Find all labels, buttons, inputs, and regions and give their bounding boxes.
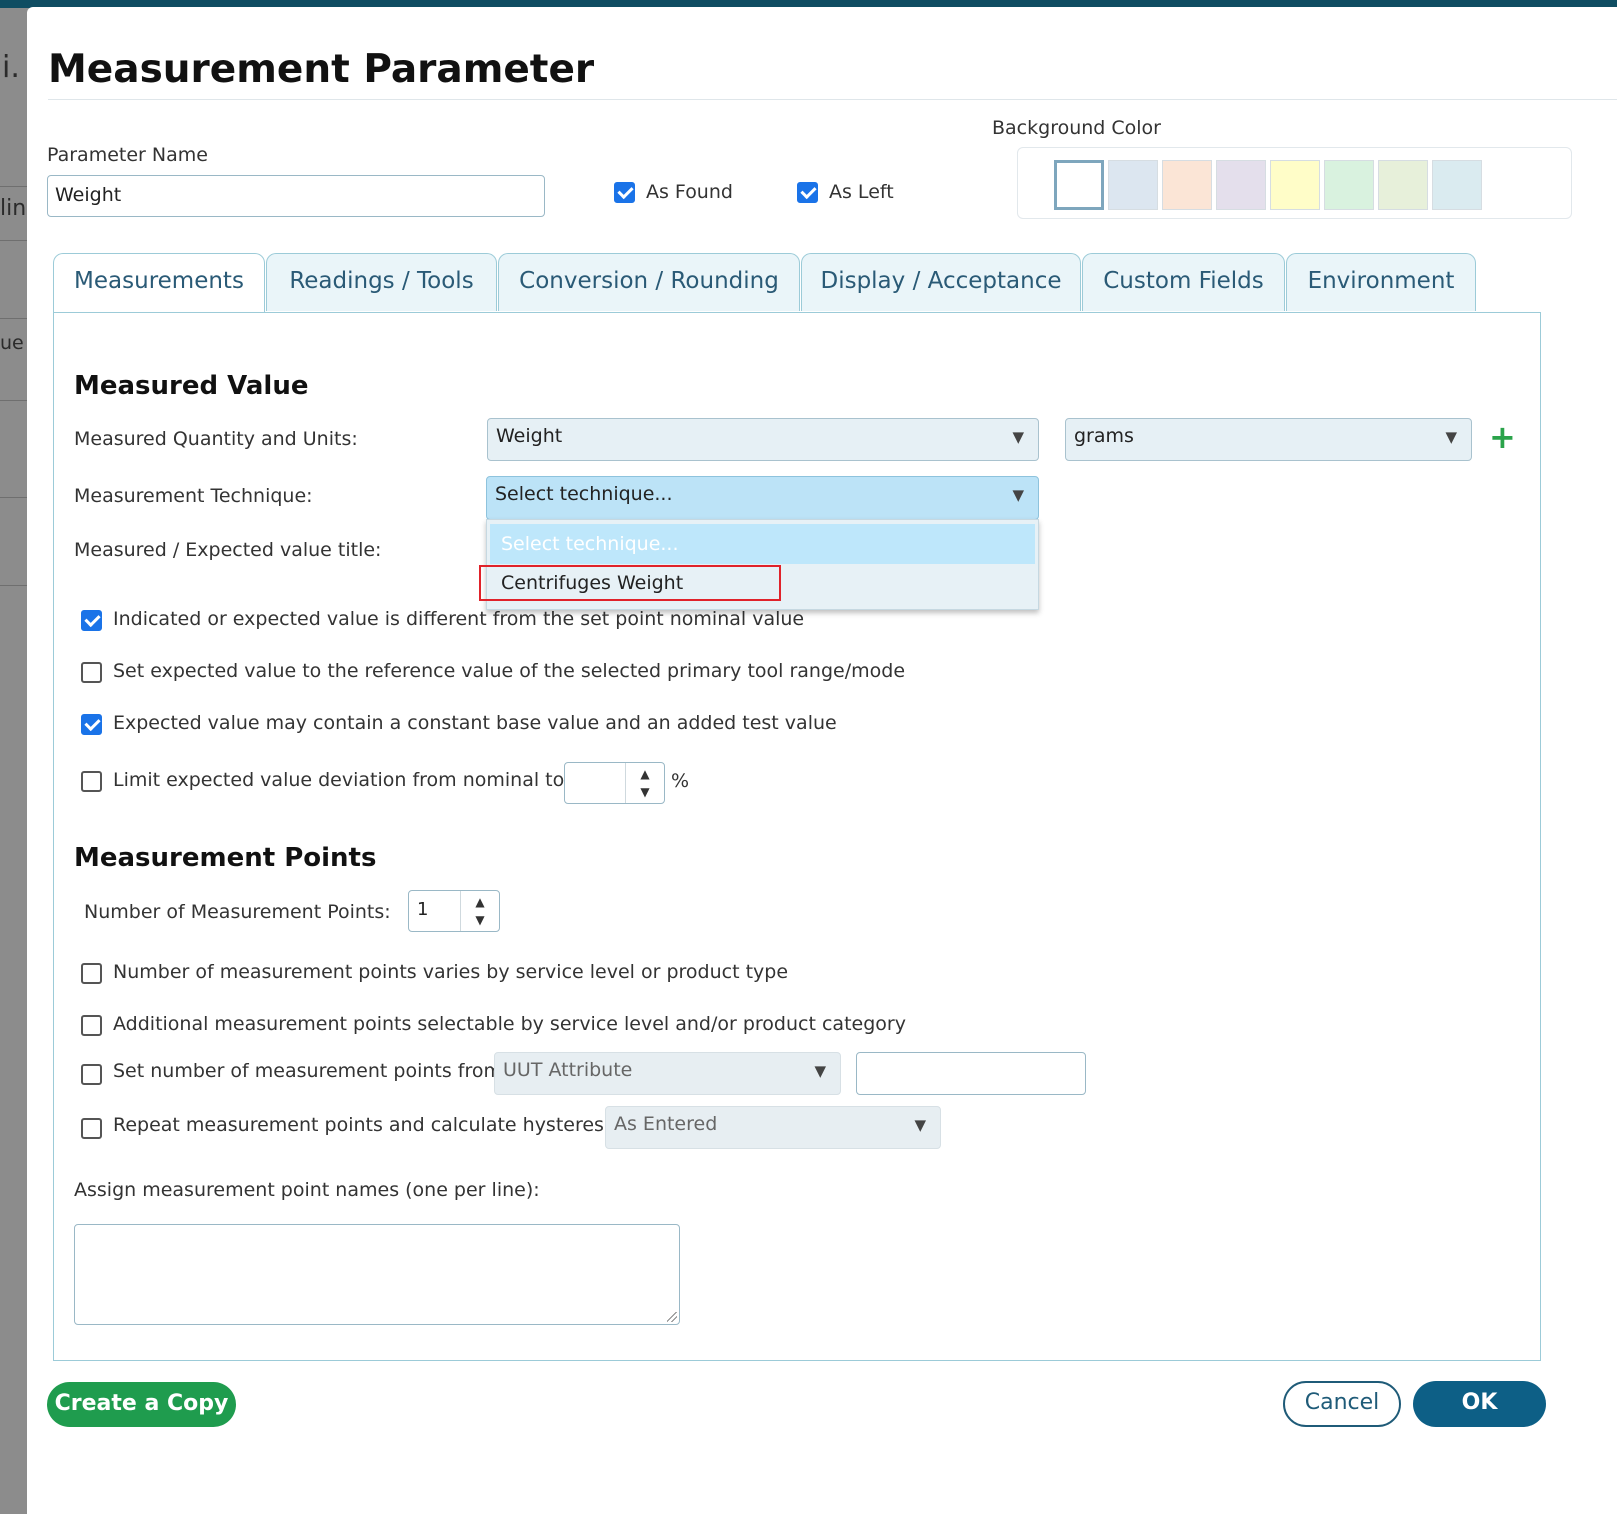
set-points-from-input[interactable] [856,1052,1086,1095]
color-swatch[interactable] [1324,160,1374,210]
deviation-unit: % [671,770,690,792]
color-swatch[interactable] [1054,160,1104,210]
set-points-from-select-value: UUT Attribute [503,1059,633,1081]
background-divider [0,240,28,241]
highlight-box [479,565,781,601]
tab-custom-fields[interactable]: Custom Fields [1082,253,1285,311]
color-swatch[interactable] [1162,160,1212,210]
technique-option-placeholder[interactable]: Select technique... [490,524,1035,564]
color-swatch[interactable] [1270,160,1320,210]
background-text-fragment: i. [2,50,20,85]
additional-points-checkbox[interactable] [81,1015,102,1036]
color-swatch[interactable] [1216,160,1266,210]
measurement-technique-select[interactable]: Select technique... ▼ [486,476,1039,520]
background-divider [0,400,28,401]
spinner-arrows-icon[interactable]: ▲ ▼ [460,891,499,931]
color-swatch[interactable] [1378,160,1428,210]
units-select[interactable]: grams ▼ [1065,418,1472,461]
background-divider [0,186,28,187]
chevron-down-icon: ▼ [1445,428,1457,446]
color-swatch[interactable] [1432,160,1482,210]
as-left-label: As Left [829,181,894,203]
point-count-label: Number of Measurement Points: [84,901,391,923]
background-color-picker [1017,147,1572,219]
tab-environment[interactable]: Environment [1286,253,1476,311]
background-text-fragment: ue [0,332,24,354]
limit-deviation-label: Limit expected value deviation from nomi… [113,769,565,791]
hysteresis-select-value: As Entered [614,1113,718,1135]
constant-base-value-label: Expected value may contain a constant ba… [113,712,837,734]
resize-grip-icon[interactable] [667,1312,677,1322]
ok-button[interactable]: OK [1413,1381,1546,1427]
measurement-technique-label: Measurement Technique: [74,485,313,507]
point-count-value: 1 [417,899,429,920]
create-copy-button[interactable]: Create a Copy [47,1382,236,1427]
constant-base-value-checkbox[interactable] [81,714,102,735]
measured-quantity-label: Measured Quantity and Units: [74,428,358,450]
tab-conversion-rounding[interactable]: Conversion / Rounding [498,253,800,311]
measured-quantity-value: Weight [496,425,563,447]
hysteresis-select[interactable]: As Entered ▼ [605,1106,941,1149]
background-divider [0,318,28,319]
point-count-spinner[interactable]: 1 ▲ ▼ [408,890,500,932]
as-found-label: As Found [646,181,733,203]
background-text-fragment: lin [0,196,27,221]
deviation-spinner[interactable]: ▲ ▼ [564,762,665,804]
measured-value-heading: Measured Value [74,371,309,401]
background-divider [0,585,28,586]
chevron-down-icon: ▼ [814,1062,826,1080]
set-points-from-select[interactable]: UUT Attribute ▼ [494,1052,841,1095]
units-value: grams [1074,425,1134,447]
chevron-down-icon: ▼ [1012,428,1024,446]
measurement-technique-value: Select technique... [495,483,673,505]
chevron-down-icon: ▼ [1012,486,1024,504]
different-from-nominal-label: Indicated or expected value is different… [113,608,805,630]
background-color-label: Background Color [992,117,1161,139]
dialog-title: Measurement Parameter [48,47,595,92]
color-swatch[interactable] [1108,160,1158,210]
set-points-from-label: Set number of measurement points from [113,1060,502,1082]
additional-points-label: Additional measurement points selectable… [113,1013,906,1035]
plus-icon[interactable]: + [1489,418,1516,456]
measurement-points-heading: Measurement Points [74,843,377,873]
varies-by-service-level-label: Number of measurement points varies by s… [113,961,789,983]
value-title-label: Measured / Expected value title: [74,539,382,561]
cancel-button[interactable]: Cancel [1283,1381,1401,1427]
point-names-textarea[interactable] [74,1224,680,1325]
reference-value-checkbox[interactable] [81,662,102,683]
measurements-tab-panel [53,312,1541,1361]
spinner-arrows-icon[interactable]: ▲ ▼ [625,763,664,803]
as-found-checkbox[interactable] [614,182,635,203]
repeat-hysteresis-label: Repeat measurement points and calculate … [113,1114,620,1136]
parameter-name-label: Parameter Name [47,144,208,166]
as-left-checkbox[interactable] [797,182,818,203]
measured-quantity-select[interactable]: Weight ▼ [487,418,1039,461]
tab-display-acceptance[interactable]: Display / Acceptance [801,253,1081,311]
chevron-down-icon: ▼ [914,1116,926,1134]
title-divider [48,99,1617,100]
set-points-from-checkbox[interactable] [81,1064,102,1085]
different-from-nominal-checkbox[interactable] [81,610,102,631]
tab-measurements[interactable]: Measurements [53,253,265,313]
limit-deviation-checkbox[interactable] [81,771,102,792]
point-names-label: Assign measurement point names (one per … [74,1179,540,1201]
repeat-hysteresis-checkbox[interactable] [81,1118,102,1139]
reference-value-label: Set expected value to the reference valu… [113,660,906,682]
background-divider [0,497,28,498]
varies-by-service-level-checkbox[interactable] [81,963,102,984]
tab-readings-tools[interactable]: Readings / Tools [266,253,497,311]
parameter-name-input[interactable]: Weight [47,175,545,217]
